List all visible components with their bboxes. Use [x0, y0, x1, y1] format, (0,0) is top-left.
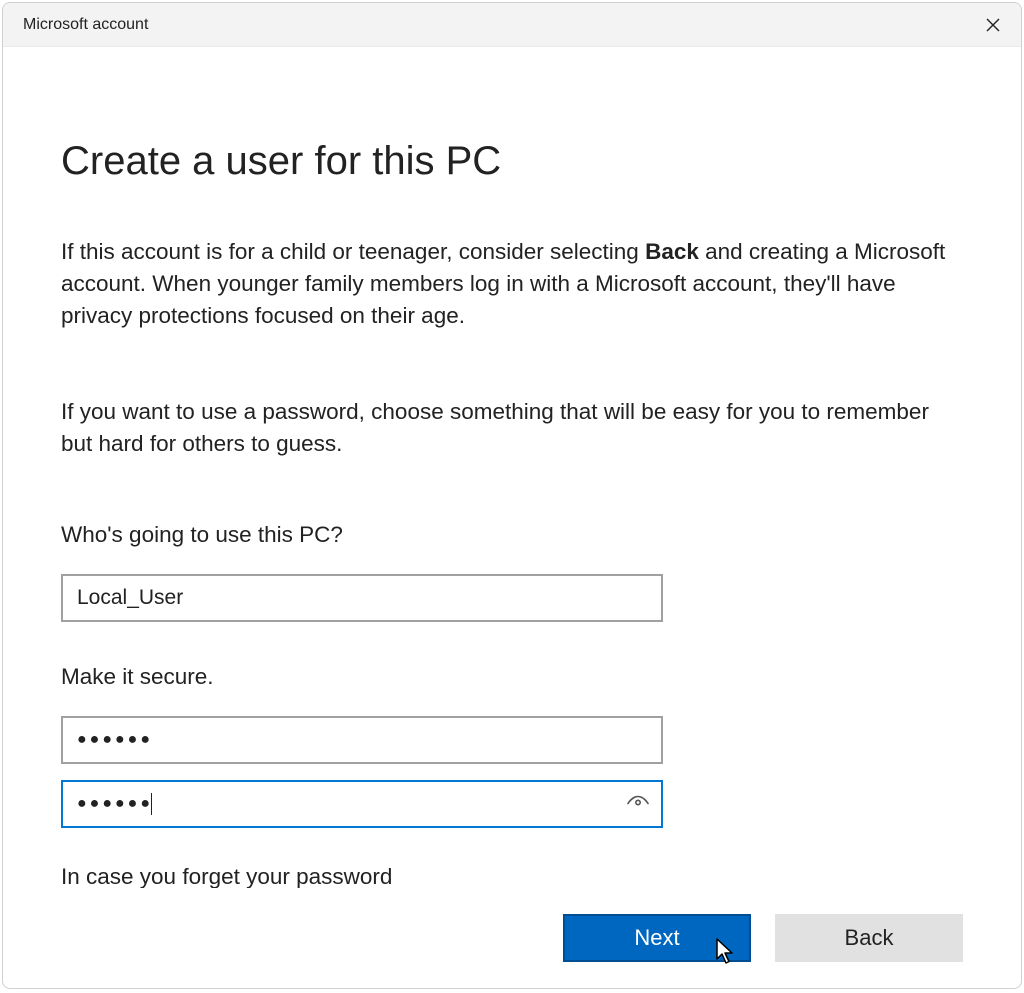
close-button[interactable]	[965, 3, 1021, 47]
titlebar: Microsoft account	[3, 3, 1021, 47]
content: Create a user for this PC If this accoun…	[3, 47, 1021, 888]
secure-label: Make it secure.	[61, 664, 963, 690]
intro1-pre: If this account is for a child or teenag…	[61, 239, 645, 264]
cursor-icon	[715, 938, 737, 972]
window-title: Microsoft account	[23, 16, 148, 34]
reveal-password-icon[interactable]	[625, 789, 649, 818]
password-mask: ●●●●●●	[77, 731, 153, 749]
confirm-password-wrap: ●●●●●●	[61, 780, 663, 828]
username-value: Local_User	[77, 586, 183, 610]
username-label: Who's going to use this PC?	[61, 522, 963, 548]
confirm-password-input[interactable]: ●●●●●●	[61, 780, 663, 828]
page-title: Create a user for this PC	[61, 139, 963, 184]
confirm-password-mask: ●●●●●●	[77, 795, 153, 813]
text-caret	[151, 793, 152, 815]
intro-paragraph-2: If you want to use a password, choose so…	[61, 396, 963, 460]
dialog-window: Microsoft account Create a user for this…	[2, 2, 1022, 989]
content-wrap: Create a user for this PC If this accoun…	[3, 47, 1021, 988]
back-button-label: Back	[845, 925, 894, 951]
username-input[interactable]: Local_User	[61, 574, 663, 622]
button-bar: Next Back	[3, 888, 1021, 988]
forget-password-label: In case you forget your password	[61, 864, 963, 888]
back-button[interactable]: Back	[775, 914, 963, 962]
intro-paragraph-1: If this account is for a child or teenag…	[61, 236, 963, 332]
next-button-label: Next	[634, 925, 679, 951]
intro1-bold: Back	[645, 239, 699, 264]
password-input[interactable]: ●●●●●●	[61, 716, 663, 764]
close-icon	[986, 18, 1000, 32]
next-button[interactable]: Next	[563, 914, 751, 962]
